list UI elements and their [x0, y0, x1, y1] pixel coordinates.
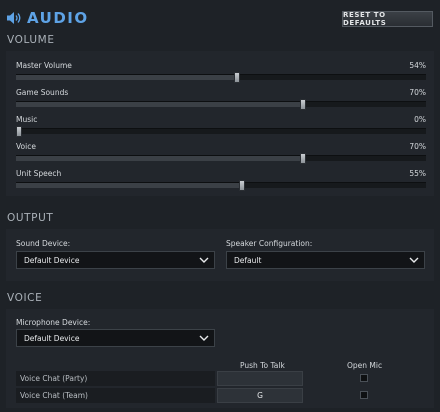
slider-label: Voice	[16, 142, 36, 151]
dropdown-value: Default	[234, 256, 262, 265]
chevron-down-icon	[409, 257, 419, 263]
sound-device-dropdown[interactable]: Default Device	[16, 251, 215, 269]
dropdown-value: Default Device	[24, 256, 80, 265]
slider-voice[interactable]: Voice 70%	[16, 142, 426, 166]
slider-value: 0%	[414, 115, 426, 124]
slider-track[interactable]	[16, 126, 426, 137]
push-to-talk-header: Push To Talk	[240, 361, 285, 370]
slider-handle[interactable]	[300, 153, 306, 164]
reset-to-defaults-button[interactable]: RESET TO DEFAULTS	[342, 11, 433, 27]
volume-section-title: VOLUME	[7, 34, 55, 46]
slider-label: Master Volume	[16, 61, 72, 70]
slider-handle[interactable]	[234, 72, 241, 83]
voice-section-title: VOICE	[7, 292, 43, 304]
slider-handle[interactable]	[300, 99, 306, 110]
output-section-title: OUTPUT	[7, 212, 54, 224]
slider-fill	[16, 183, 242, 188]
push-to-talk-key-box[interactable]: G	[217, 388, 303, 403]
slider-track[interactable]	[16, 99, 426, 110]
dropdown-value: Default Device	[24, 334, 80, 343]
slider-unit-speech[interactable]: Unit Speech 55%	[16, 169, 426, 193]
slider-game-sounds[interactable]: Game Sounds 70%	[16, 88, 426, 112]
open-mic-header: Open Mic	[347, 361, 383, 370]
microphone-device-dropdown[interactable]: Default Device	[16, 329, 215, 347]
voice-chat-label: Voice Chat (Team)	[16, 388, 215, 403]
speaker-configuration-dropdown[interactable]: Default	[226, 251, 425, 269]
chevron-down-icon	[199, 335, 209, 341]
voice-panel: Microphone Device: Default Device Push T…	[6, 309, 434, 408]
slider-label: Music	[16, 115, 38, 124]
microphone-device-label: Microphone Device:	[16, 318, 91, 327]
slider-music[interactable]: Music 0%	[16, 115, 426, 139]
page-title: AUDIO	[27, 9, 89, 27]
speaker-icon	[7, 12, 21, 24]
slider-label: Game Sounds	[16, 88, 69, 97]
open-mic-checkbox[interactable]	[360, 374, 368, 382]
slider-track[interactable]	[16, 72, 426, 83]
push-to-talk-key-box[interactable]	[217, 371, 303, 386]
slider-track[interactable]	[16, 180, 426, 191]
voice-chat-team-row: Voice Chat (Team) G	[16, 388, 426, 403]
slider-value: 54%	[409, 61, 426, 70]
slider-label: Unit Speech	[16, 169, 62, 178]
header: AUDIO RESET TO DEFAULTS	[0, 0, 440, 34]
speaker-configuration-label: Speaker Configuration:	[226, 239, 313, 248]
voice-chat-label: Voice Chat (Party)	[16, 371, 215, 386]
slider-master-volume[interactable]: Master Volume 54%	[16, 61, 426, 85]
slider-handle[interactable]	[238, 180, 245, 191]
voice-chat-party-row: Voice Chat (Party)	[16, 371, 426, 386]
slider-fill	[16, 156, 303, 161]
volume-panel: Master Volume 54% Game Sounds 70% Music …	[6, 51, 434, 196]
sound-device-label: Sound Device:	[16, 239, 71, 248]
open-mic-checkbox[interactable]	[360, 391, 368, 399]
slider-value: 55%	[409, 169, 426, 178]
slider-value: 70%	[409, 88, 426, 97]
slider-value: 70%	[409, 142, 426, 151]
output-panel: Sound Device: Default Device Speaker Con…	[6, 229, 434, 281]
chevron-down-icon	[199, 257, 209, 263]
slider-handle[interactable]	[16, 126, 22, 137]
slider-fill	[16, 102, 303, 107]
slider-fill	[16, 75, 238, 80]
slider-track[interactable]	[16, 153, 426, 164]
